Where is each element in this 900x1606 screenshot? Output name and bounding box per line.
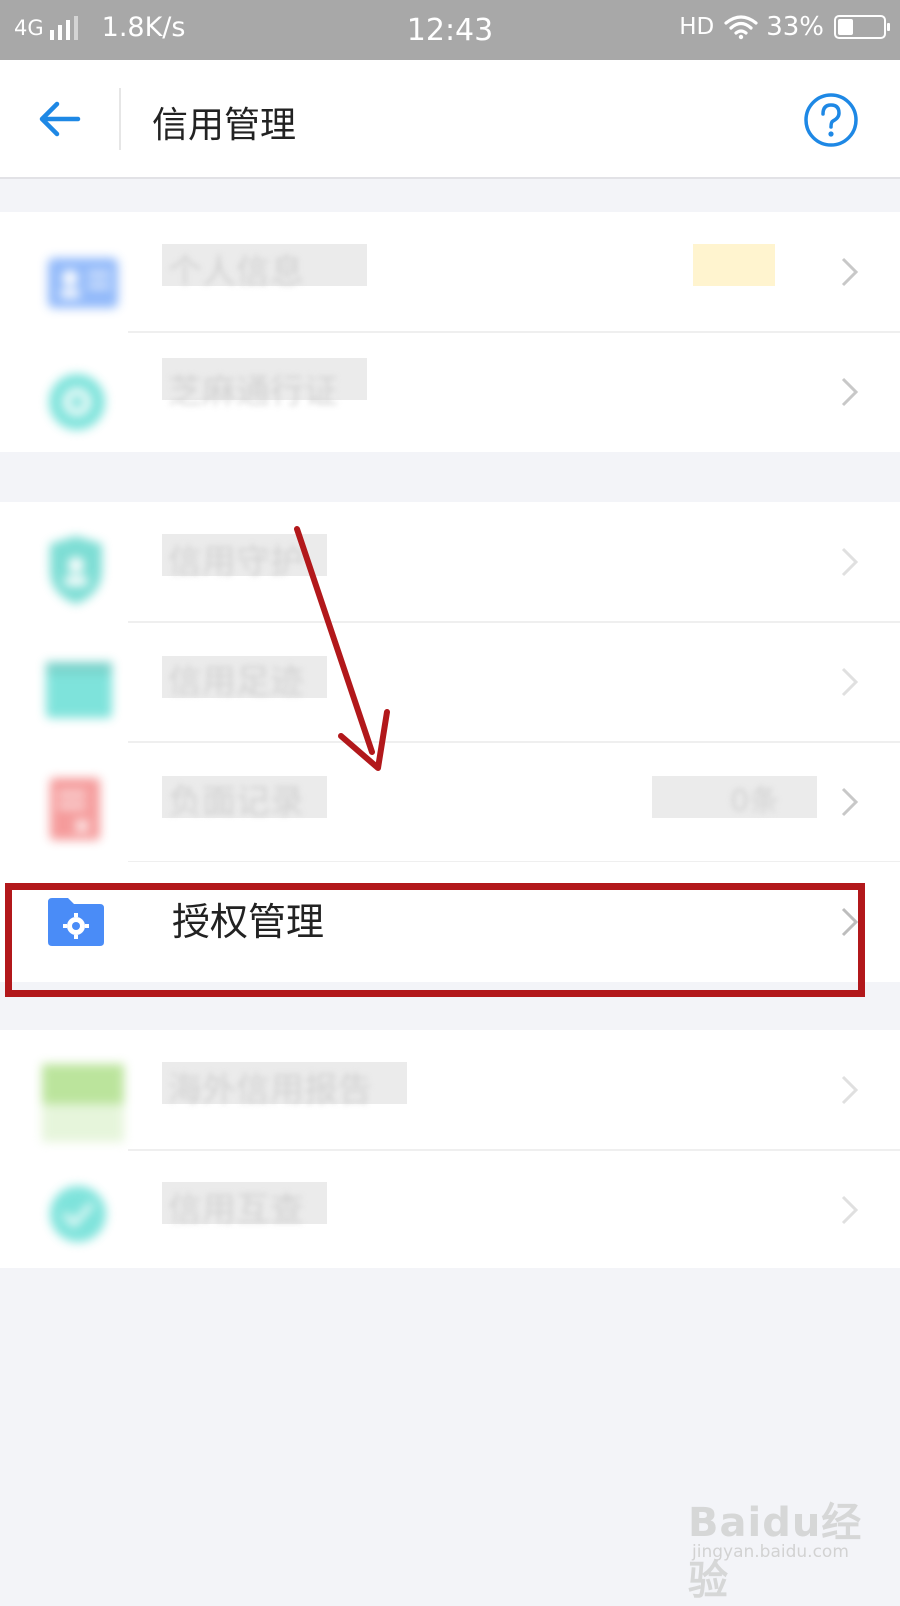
list-item-authorization-management[interactable]: 授权管理 bbox=[0, 862, 900, 982]
watermark: Baidu经验 jingyan.baidu.com bbox=[688, 1490, 878, 1604]
battery-fill bbox=[838, 19, 853, 35]
id-card-icon bbox=[48, 258, 118, 308]
list-item-label: 海外信用报告 bbox=[168, 1070, 372, 1110]
record-icon bbox=[50, 778, 100, 840]
chevron-right-icon bbox=[841, 1075, 859, 1105]
chevron-right-icon bbox=[841, 787, 859, 817]
app-header: 信用管理 bbox=[0, 60, 900, 179]
chevron-right-icon bbox=[841, 547, 859, 577]
calendar-icon bbox=[46, 662, 112, 718]
list-item-personal-info[interactable]: 个人信息 bbox=[0, 212, 900, 332]
group-credit: 信用守护 信用足迹 负面记录 0条 授权管理 bbox=[0, 502, 900, 982]
list-item-sesame-pass[interactable]: 芝麻通行证 bbox=[0, 332, 900, 452]
folder-gear-icon bbox=[48, 898, 104, 946]
help-icon[interactable] bbox=[803, 92, 859, 148]
wifi-icon bbox=[724, 15, 758, 40]
list-item-label: 信用互查 bbox=[168, 1190, 304, 1230]
chevron-right-icon bbox=[841, 377, 859, 407]
shield-user-icon bbox=[50, 536, 102, 604]
list-item-credit-footprint[interactable]: 信用足迹 bbox=[0, 622, 900, 742]
list-item-negative-records[interactable]: 负面记录 0条 bbox=[0, 742, 900, 862]
check-icon bbox=[50, 1186, 106, 1242]
watermark-url: jingyan.baidu.com bbox=[692, 1542, 849, 1562]
status-right: HD 33% bbox=[679, 12, 890, 42]
hd-indicator: HD bbox=[679, 14, 715, 40]
battery-icon bbox=[834, 15, 890, 39]
globe-icon bbox=[42, 1064, 124, 1142]
list-item-label: 信用足迹 bbox=[168, 662, 304, 702]
badge-icon bbox=[49, 374, 105, 430]
header-divider bbox=[119, 88, 121, 150]
status-bar: 4G 1.8K/s 12:43 HD 33% bbox=[0, 0, 900, 60]
group-more: 海外信用报告 信用互查 bbox=[0, 1030, 900, 1268]
list-item-overseas-report[interactable]: 海外信用报告 bbox=[0, 1030, 900, 1150]
chevron-right-icon bbox=[841, 907, 859, 937]
list-item-label: 芝麻通行证 bbox=[168, 372, 338, 412]
list-item-label: 授权管理 bbox=[172, 900, 325, 944]
chevron-right-icon bbox=[841, 257, 859, 287]
list-item-label: 负面记录 bbox=[168, 782, 304, 822]
list-item-credit-guard[interactable]: 信用守护 bbox=[0, 502, 900, 622]
back-arrow-icon[interactable] bbox=[34, 94, 84, 144]
list-item-label: 信用守护 bbox=[168, 542, 304, 582]
chevron-right-icon bbox=[841, 1195, 859, 1225]
list-item-mutual-check[interactable]: 信用互查 bbox=[0, 1150, 900, 1270]
page-title: 信用管理 bbox=[152, 105, 297, 146]
chevron-right-icon bbox=[841, 667, 859, 697]
list-item-label: 个人信息 bbox=[168, 252, 304, 292]
group-account: 个人信息 芝麻通行证 bbox=[0, 212, 900, 452]
list-item-value: 0条 bbox=[730, 784, 780, 819]
battery-percent: 33% bbox=[766, 12, 824, 42]
